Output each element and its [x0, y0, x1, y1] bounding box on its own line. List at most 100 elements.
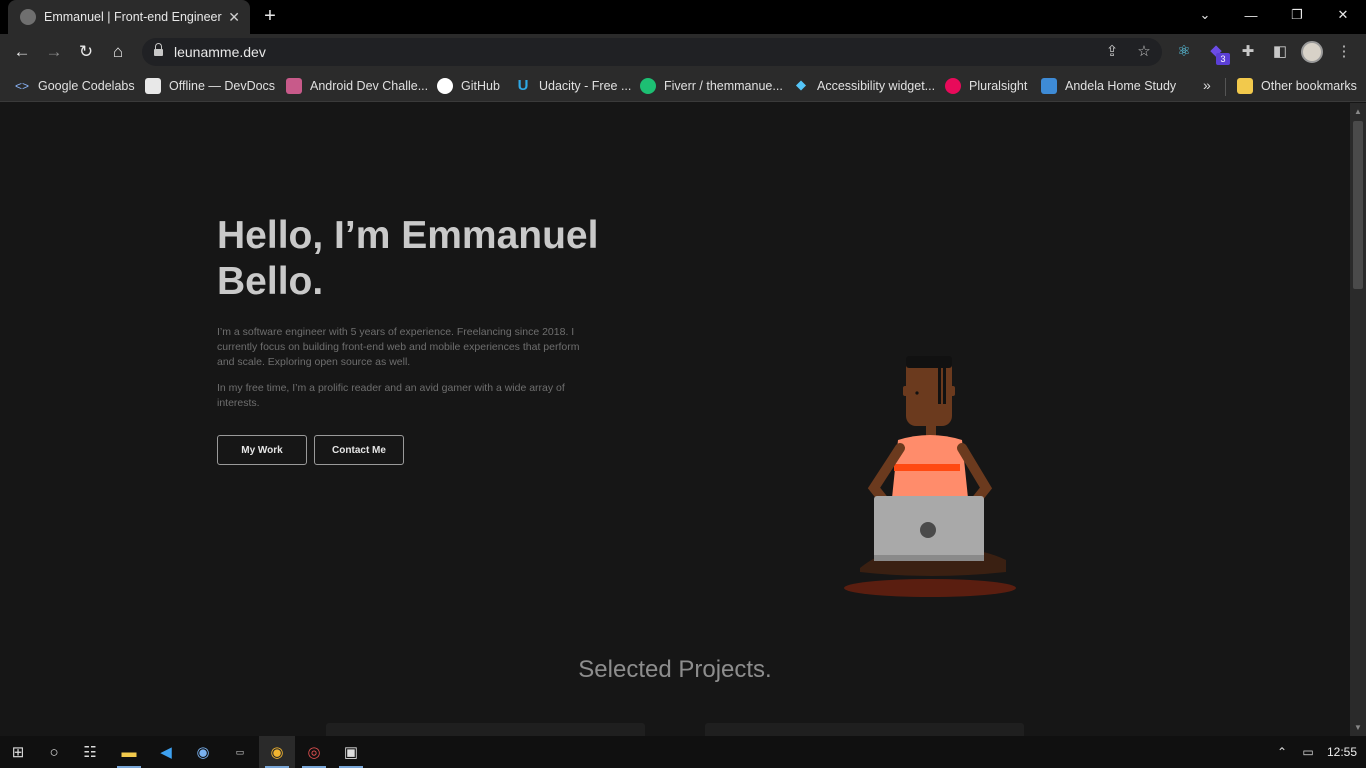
bookmark-label: Android Dev Challe...: [310, 79, 429, 93]
floor-mat: [844, 579, 1016, 597]
bookmark-item[interactable]: U Udacity - Free ...: [515, 76, 632, 96]
bookmark-item[interactable]: Pluralsight: [945, 76, 1027, 96]
tab-search-icon[interactable]: ⌄: [1182, 0, 1228, 30]
selected-projects-heading: Selected Projects.: [578, 656, 772, 683]
bookmark-item[interactable]: ⯁ Accessibility widget...: [793, 76, 935, 96]
interests-line: interests.: [217, 397, 260, 409]
project-card[interactable]: [326, 723, 645, 736]
intro-line: and scale. Exploring open source as well…: [217, 356, 411, 368]
vscode-icon[interactable]: ◀: [148, 736, 184, 768]
chevron-up-icon[interactable]: ⌃: [1270, 736, 1294, 768]
other-bookmarks-label: Other bookmarks: [1261, 79, 1357, 93]
terminal-icon[interactable]: ▣: [333, 736, 369, 768]
bookmark-label: Google Codelabs: [38, 79, 135, 93]
scroll-down-icon[interactable]: ▼: [1353, 723, 1363, 733]
pluralsight-icon: [945, 78, 961, 94]
bookmark-label: Fiverr / themmanue...: [664, 79, 783, 93]
puzzle-icon[interactable]: ✚: [1238, 42, 1258, 62]
share-icon[interactable]: ⇪: [1102, 42, 1122, 62]
bookmark-item[interactable]: Offline — DevDocs: [145, 76, 275, 96]
hair-lock: [938, 364, 941, 404]
menu-icon[interactable]: ⋮: [1334, 42, 1354, 62]
hero-title-line: Hello, I’m Emmanuel: [217, 214, 599, 257]
back-icon[interactable]: ←: [10, 40, 34, 64]
project-card[interactable]: [705, 723, 1024, 736]
hair-lock: [943, 364, 946, 404]
hero-interests: In my free time, I’m a prolific reader a…: [217, 381, 597, 411]
code-brackets-icon: <>: [14, 79, 29, 93]
address-bar[interactable]: leunamme.dev ⇪ ☆: [142, 38, 1162, 66]
page-content: Hello, I’m Emmanuel Bello. I’m a softwar…: [0, 103, 1350, 736]
extension-badge: 3: [1216, 53, 1230, 65]
file-explorer-icon[interactable]: ▬: [111, 736, 147, 768]
windows-taskbar: ⊞ ○ ☷ ▬ ◀ ◉ ▭ ◉ ◎ ▣ ⌃ ▭ 12:55: [0, 736, 1366, 768]
bookmark-label: GitHub: [461, 79, 500, 93]
ear: [950, 386, 955, 396]
scroll-up-icon[interactable]: ▲: [1353, 107, 1363, 117]
url-text: leunamme.dev: [174, 44, 266, 60]
developer-illustration: [844, 356, 1016, 597]
github-icon: [437, 78, 453, 94]
search-icon[interactable]: ○: [36, 736, 72, 768]
folder-icon: [1237, 78, 1253, 94]
bookmark-star-icon[interactable]: ☆: [1134, 42, 1154, 62]
forward-icon[interactable]: →: [42, 40, 66, 64]
globe-icon: [20, 9, 36, 25]
home-icon[interactable]: ⌂: [106, 40, 130, 64]
bookmark-item[interactable]: GitHub: [437, 76, 500, 96]
reload-icon[interactable]: ↻: [74, 40, 98, 64]
restore-icon[interactable]: ❐: [1274, 0, 1320, 30]
other-bookmarks[interactable]: Other bookmarks: [1237, 76, 1357, 96]
hero-title-line: Bello.: [217, 260, 324, 303]
bookmark-label: Pluralsight: [969, 79, 1028, 93]
fiverr-icon: [640, 78, 656, 94]
bookmark-label: Offline — DevDocs: [169, 79, 276, 93]
chrome-canary-icon[interactable]: ◉: [185, 736, 221, 768]
new-tab-icon[interactable]: +: [259, 5, 281, 27]
browser-tab[interactable]: Emmanuel | Front-end Engineer ✕: [8, 0, 250, 34]
udacity-icon: U: [517, 77, 529, 94]
devdocs-icon: [145, 78, 161, 94]
bookmark-label: Andela Home Study: [1065, 79, 1177, 93]
contact-me-button[interactable]: Contact Me: [314, 435, 404, 465]
laptop-logo: [920, 522, 936, 538]
hero-title: Hello, I’m Emmanuel Bello.: [217, 213, 637, 305]
bookmark-item[interactable]: Fiverr / themmanue...: [640, 76, 783, 96]
scroll-thumb[interactable]: [1353, 121, 1363, 289]
task-view-icon[interactable]: ☷: [72, 736, 108, 768]
tab-title: Emmanuel | Front-end Engineer: [44, 10, 222, 24]
side-panel-icon[interactable]: ◧: [1270, 42, 1290, 62]
bookmarks-bar: <> Google Codelabs Offline — DevDocs And…: [0, 70, 1366, 102]
profile-avatar[interactable]: [1301, 41, 1323, 63]
intro-line: I’m a software engineer with 5 years of …: [217, 326, 575, 338]
title-bar: Emmanuel | Front-end Engineer ✕ + ⌄ — ❐ …: [0, 0, 1366, 34]
bookmark-label: Udacity - Free ...: [539, 79, 632, 93]
page-scrollbar[interactable]: ▲ ▼: [1350, 103, 1366, 736]
more-bookmarks-icon[interactable]: »: [1203, 77, 1211, 93]
bookmark-item[interactable]: <> Google Codelabs: [14, 76, 135, 96]
andela-icon: [1041, 78, 1057, 94]
interests-line: In my free time, I’m a prolific reader a…: [217, 382, 565, 394]
flutter-icon: ⯁: [795, 78, 807, 94]
laptop-base: [874, 555, 984, 561]
network-icon[interactable]: ▭: [1296, 736, 1320, 768]
eye: [915, 391, 919, 395]
bookmarks-divider: [1225, 78, 1226, 96]
shirt-stripe: [894, 464, 960, 471]
lock-icon: [154, 43, 163, 57]
close-tab-icon[interactable]: ✕: [228, 9, 240, 26]
react-devtools-icon[interactable]: ⚛: [1174, 42, 1194, 62]
android-dev-icon: [286, 78, 302, 94]
bookmark-item[interactable]: Android Dev Challe...: [286, 76, 428, 96]
minimize-icon[interactable]: —: [1228, 0, 1274, 30]
taskbar-clock[interactable]: 12:55: [1327, 745, 1357, 759]
app-icon[interactable]: ▭: [222, 736, 258, 768]
my-work-button[interactable]: My Work: [217, 435, 307, 465]
hero-intro: I’m a software engineer with 5 years of …: [217, 325, 597, 370]
close-window-icon[interactable]: ✕: [1320, 0, 1366, 30]
music-app-icon[interactable]: ◎: [296, 736, 332, 768]
intro-line: currently focus on building front-end we…: [217, 341, 580, 353]
bookmark-item[interactable]: Andela Home Study: [1041, 76, 1176, 96]
windows-start-icon[interactable]: ⊞: [0, 736, 36, 768]
chrome-icon[interactable]: ◉: [259, 736, 295, 768]
